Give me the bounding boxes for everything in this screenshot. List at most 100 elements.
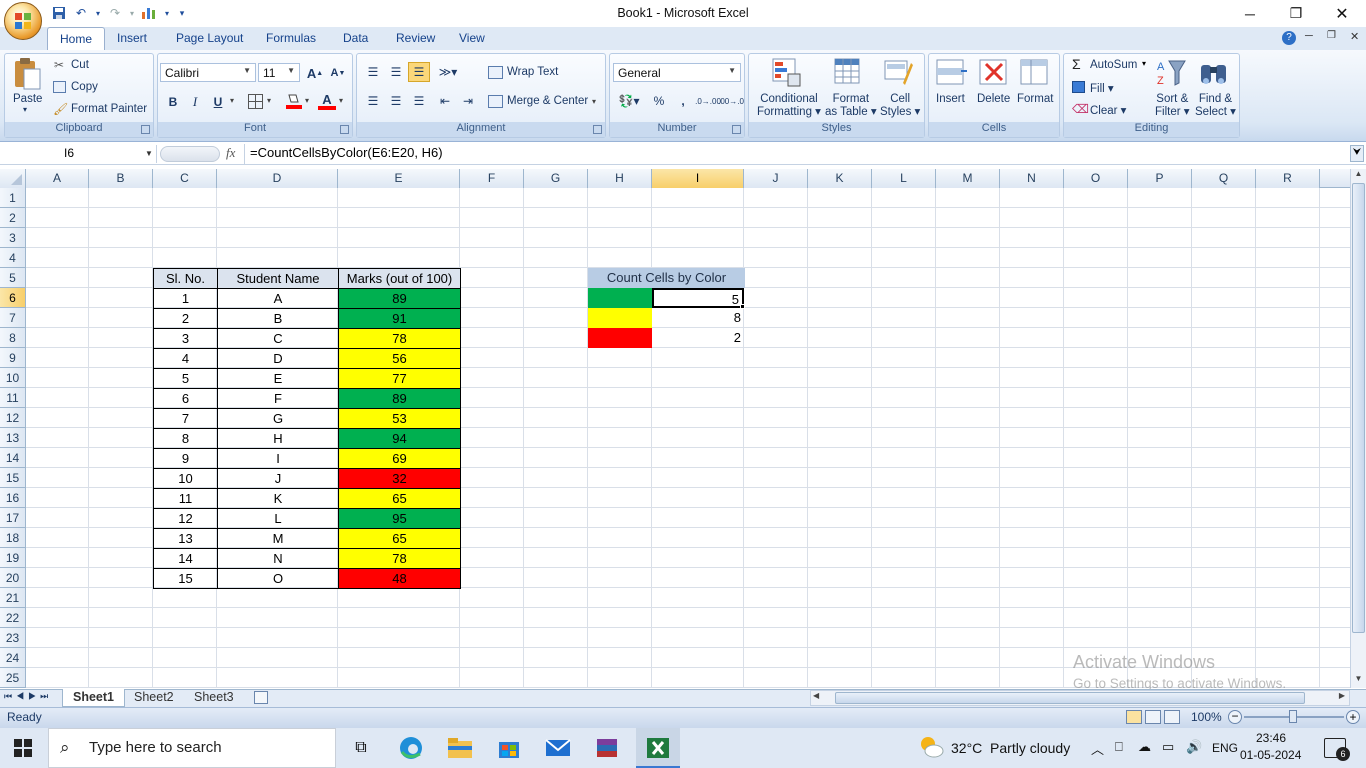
zoom-out-icon[interactable]: − (1228, 710, 1242, 724)
fill-color-dropdown-icon[interactable]: ▾ (305, 96, 309, 105)
select-all-button[interactable] (0, 169, 26, 188)
merge-center-button[interactable]: Merge & Center (507, 95, 588, 107)
table-cell-marks[interactable]: 94 (338, 429, 461, 449)
insert-sheet-icon[interactable] (254, 691, 268, 704)
column-header-j[interactable]: J (744, 169, 808, 188)
row-header-25[interactable]: 25 (0, 668, 26, 688)
office-button[interactable] (4, 2, 42, 40)
alignment-launcher-icon[interactable] (593, 125, 602, 134)
row-header-11[interactable]: 11 (0, 388, 26, 408)
font-size-select[interactable]: 11 ▼ (258, 63, 300, 82)
row-header-12[interactable]: 12 (0, 408, 26, 428)
show-hidden-icons-icon[interactable]: ︿ (1091, 739, 1104, 758)
wrap-text-button[interactable]: Wrap Text (507, 66, 558, 78)
page-break-view-icon[interactable] (1164, 710, 1180, 724)
paste-button[interactable]: Paste (13, 93, 42, 105)
table-cell-name[interactable]: A (217, 289, 339, 309)
underline-button[interactable]: U (207, 92, 229, 112)
row-header-4[interactable]: 4 (0, 248, 26, 268)
font-name-select[interactable]: Calibri ▼ (160, 63, 256, 82)
column-header-d[interactable]: D (217, 169, 338, 188)
find-select-button[interactable]: Find & Select ▾ (1195, 93, 1236, 119)
insert-cells-icon[interactable] (935, 58, 967, 88)
paste-icon[interactable] (12, 57, 42, 91)
close-button[interactable]: ✕ (1319, 0, 1365, 27)
table-cell-name[interactable]: C (217, 329, 339, 349)
row-header-1[interactable]: 1 (0, 188, 26, 208)
underline-dropdown-icon[interactable]: ▾ (230, 96, 234, 105)
scroll-right-icon[interactable]: ▶ (1339, 691, 1345, 700)
autosum-button[interactable]: AutoSum (1090, 59, 1137, 71)
table-header-cell[interactable]: Sl. No. (153, 268, 218, 289)
format-painter-button[interactable]: Format Painter (71, 103, 147, 115)
mail-icon[interactable] (545, 736, 571, 760)
table-cell-name[interactable]: E (217, 369, 339, 389)
row-header-19[interactable]: 19 (0, 548, 26, 568)
align-bottom-icon[interactable]: ☰ (408, 62, 430, 82)
row-header-21[interactable]: 21 (0, 588, 26, 608)
taskbar-search-box[interactable]: Type here to search (48, 728, 336, 768)
color-swatch-yellow[interactable] (588, 308, 652, 328)
table-cell-sl-no[interactable]: 1 (153, 289, 218, 309)
column-header-c[interactable]: C (153, 169, 217, 188)
table-cell-name[interactable]: K (217, 489, 339, 509)
table-cell-sl-no[interactable]: 9 (153, 449, 218, 469)
expand-formula-bar-icon[interactable]: ⮟ (1350, 145, 1364, 162)
color-swatch-red[interactable] (588, 328, 652, 348)
borders-dropdown-icon[interactable]: ▾ (267, 96, 271, 105)
table-cell-marks[interactable]: 95 (338, 509, 461, 529)
zoom-in-icon[interactable]: + (1346, 710, 1360, 724)
tab-home[interactable]: Home (47, 27, 106, 51)
sheet-tab-2[interactable]: Sheet2 (124, 689, 184, 707)
sheet-tab-3[interactable]: Sheet3 (184, 689, 244, 707)
copy-button[interactable]: Copy (71, 81, 98, 93)
windows-start-icon[interactable] (14, 739, 32, 757)
sort-filter-icon[interactable]: AZ (1155, 57, 1187, 89)
table-cell-name[interactable]: I (217, 449, 339, 469)
decrease-decimal-button[interactable]: .00→.0 (718, 91, 744, 111)
conditional-formatting-icon[interactable] (771, 57, 801, 87)
align-center-icon[interactable]: ☰ (385, 91, 407, 111)
font-color-icon[interactable]: A (318, 92, 336, 110)
table-cell-sl-no[interactable]: 13 (153, 529, 218, 549)
cell-styles-icon[interactable] (883, 57, 913, 87)
cell-styles-button[interactable]: Cell Styles ▾ (880, 93, 920, 119)
table-cell-sl-no[interactable]: 10 (153, 469, 218, 489)
name-box-dropdown-icon[interactable]: ▼ (145, 149, 153, 158)
paste-dropdown-icon[interactable]: ▾ (23, 105, 27, 114)
fill-color-icon[interactable] (285, 92, 303, 110)
table-cell-marks[interactable]: 32 (338, 469, 461, 489)
row-header-18[interactable]: 18 (0, 528, 26, 548)
weather-icon[interactable] (918, 734, 944, 760)
help-icon[interactable]: ? (1282, 31, 1296, 45)
row-header-13[interactable]: 13 (0, 428, 26, 448)
delete-button[interactable]: Delete (977, 93, 1010, 105)
minimize-button[interactable]: ─ (1227, 0, 1273, 27)
increase-decimal-button[interactable]: .0→.00 (695, 91, 721, 111)
volume-icon[interactable]: 🔊 (1186, 739, 1202, 755)
fill-button[interactable]: Fill ▾ (1090, 81, 1114, 95)
row-header-5[interactable]: 5 (0, 268, 26, 288)
currency-icon[interactable]: 💱▾ (614, 91, 644, 111)
column-header-l[interactable]: L (872, 169, 936, 188)
table-cell-name[interactable]: B (217, 309, 339, 329)
tab-view[interactable]: View (449, 29, 495, 49)
vertical-scrollbar[interactable]: ▲ ▼ (1350, 169, 1366, 688)
table-cell-name[interactable]: J (217, 469, 339, 489)
comma-button[interactable]: , (672, 91, 694, 111)
row-header-16[interactable]: 16 (0, 488, 26, 508)
table-cell-marks[interactable]: 65 (338, 529, 461, 549)
tab-formulas[interactable]: Formulas (256, 29, 326, 49)
column-header-e[interactable]: E (338, 169, 460, 188)
format-button[interactable]: Format (1017, 93, 1053, 105)
active-cell[interactable]: 5 (652, 288, 744, 308)
table-cell-name[interactable]: H (217, 429, 339, 449)
table-cell-marks[interactable]: 65 (338, 489, 461, 509)
tab-data[interactable]: Data (333, 29, 378, 49)
table-cell-sl-no[interactable]: 14 (153, 549, 218, 569)
edge-browser-icon[interactable] (398, 736, 424, 760)
column-header-r[interactable]: R (1256, 169, 1320, 188)
tab-review[interactable]: Review (386, 29, 445, 49)
table-cell-marks[interactable]: 89 (338, 289, 461, 309)
table-header-cell[interactable]: Student Name (217, 268, 339, 289)
